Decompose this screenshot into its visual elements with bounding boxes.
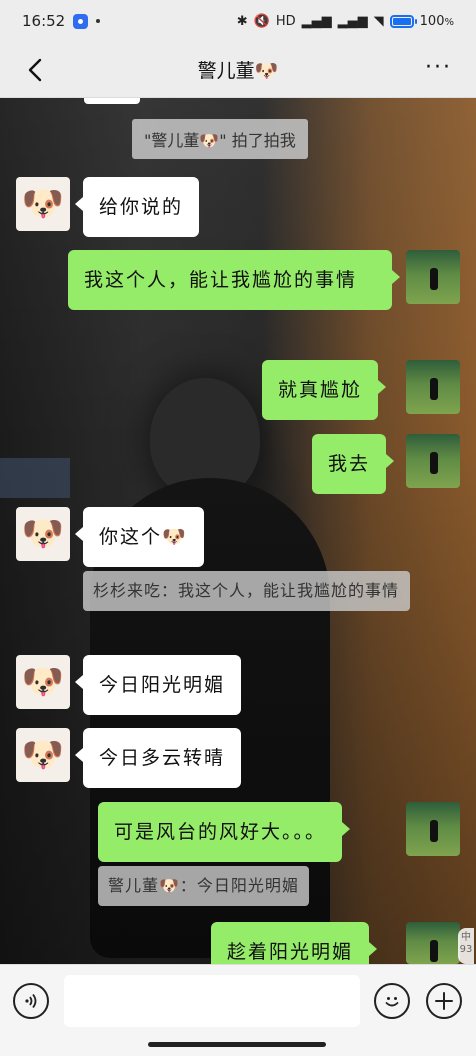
smiley-icon [385,997,399,1007]
battery-icon [389,14,417,28]
wifi-icon: ◥ [373,13,384,29]
emoji-icon[interactable] [374,983,410,1019]
mute-icon: 🔇 [253,13,270,29]
chat-title: 警儿董🐶 [197,60,279,82]
title-bar: 警儿董🐶 ··· [0,42,476,98]
status-left: 16:52 [22,12,101,30]
notification-dot-icon [96,19,101,23]
plus-glyph-icon [435,992,453,1010]
message-bubble[interactable]: 今日阳光明媚 [74,655,242,715]
bluetooth-icon: ✱ [236,13,248,29]
system-message: "警儿董🐶" 拍了拍我 [132,119,308,159]
status-bar: 16:52 ✱ 🔇 HD ▂▄▆ ▂▄▆ ◥ 100% [0,0,476,42]
message-bubble[interactable]: 就真尴尬 [262,360,387,420]
avatar[interactable]: 🐶 [16,507,70,561]
avatar[interactable] [406,360,460,414]
message-bubble[interactable]: 给你说的 [74,177,200,237]
quoted-message[interactable]: 杉杉来吃：我这个人，能让我尴尬的事情 [83,571,410,611]
avatar[interactable]: 🐶 [16,655,70,709]
message-bubble[interactable]: 你这个🐶 [75,507,204,567]
signal-icon-2: ▂▄▆ [337,13,368,29]
message-bubble[interactable]: 今日多云转晴 [74,728,242,788]
dog-avatar-icon: 🐶 [21,184,65,224]
dog-avatar-icon: 🐶 [21,662,65,702]
message-bubble[interactable]: 我这个人，能让我尴尬的事情 [68,250,400,310]
side-widget[interactable]: 中 93 [458,928,474,964]
home-indicator[interactable] [148,1042,326,1047]
quoted-message[interactable]: 警儿董🐶：今日阳光明媚 [98,866,309,906]
avatar[interactable]: 🐶 [16,728,70,782]
voice-wave-icon [25,993,37,1009]
battery-level: 100% [419,13,454,29]
message-input[interactable] [64,975,360,1027]
avatar[interactable] [406,922,460,964]
previous-bubble-edge [84,98,140,104]
more-dots-icon[interactable]: ··· [425,57,452,79]
dog-avatar-icon: 🐶 [21,735,65,775]
message-bubble[interactable]: 可是风台的风好大。。。 [98,802,351,862]
signal-icon: ▂▄▆ [301,13,332,29]
app-notification-icon [73,13,89,29]
avatar[interactable] [406,250,460,304]
chevron-left-icon[interactable] [22,56,50,84]
voice-icon[interactable] [13,983,49,1019]
background-window [0,458,70,498]
message-bubble[interactable]: 我去 [312,434,395,494]
network-label: HD [275,13,296,29]
avatar[interactable] [406,802,460,856]
dog-avatar-icon: 🐶 [21,514,65,554]
avatar[interactable]: 🐶 [16,177,70,231]
status-time: 16:52 [22,12,66,30]
avatar[interactable] [406,434,460,488]
status-right: ✱ 🔇 HD ▂▄▆ ▂▄▆ ◥ 100% [237,14,454,29]
plus-icon[interactable] [426,983,462,1019]
